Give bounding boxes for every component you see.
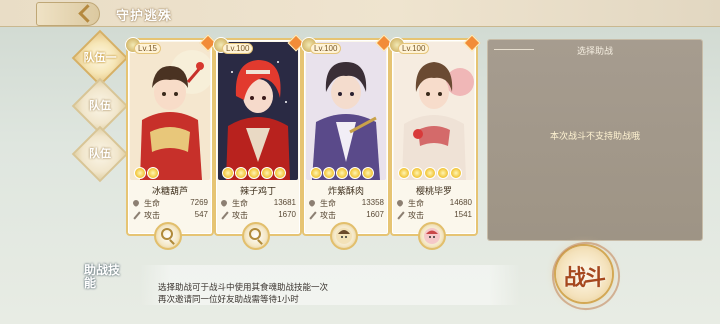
star-icon — [336, 167, 348, 179]
page-title: 守护逃殊 — [116, 8, 173, 23]
atk-value: 1541 — [454, 210, 472, 219]
star-icon — [437, 167, 449, 179]
atk-label: 攻击 — [408, 211, 424, 220]
fight-button[interactable]: 战斗 — [545, 235, 627, 317]
atk-stat: 攻击 1607 — [308, 210, 384, 222]
hp-label: 生命 — [232, 199, 248, 208]
star-rating — [398, 166, 463, 179]
team-tab-1-label: 队伍一 — [83, 52, 117, 64]
atk-stat: 攻击 1670 — [220, 210, 296, 222]
hp-label: 生命 — [320, 199, 336, 208]
star-icon — [248, 167, 260, 179]
heart-icon — [131, 198, 141, 208]
character-portrait — [306, 42, 386, 180]
atk-label: 攻击 — [232, 211, 248, 220]
star-icon — [398, 167, 410, 179]
assist-skill-label: 助战技能 — [84, 263, 121, 290]
hp-label: 生命 — [408, 199, 424, 208]
atk-value: 547 — [194, 210, 208, 219]
star-icon — [424, 167, 436, 179]
level-label: Lv.100 — [398, 43, 430, 54]
hp-label: 生命 — [144, 199, 160, 208]
star-icon — [235, 167, 247, 179]
star-rating — [222, 166, 287, 179]
assist-info-line-2: 再次邀请同一位好友助战需等待1小时 — [158, 294, 299, 304]
hp-value: 14680 — [449, 198, 472, 207]
assist-title: 选择助战 — [576, 46, 613, 56]
star-icon — [274, 167, 286, 179]
hp-value: 7269 — [190, 198, 208, 207]
character-card-4[interactable]: Lv.100 樱桃毕罗 生命 14680 攻击 1541 — [389, 34, 481, 236]
top-bar: 守护逃殊 — [0, 0, 720, 27]
character-card-1[interactable]: Lv.15 冰糖葫芦 生命 7269 攻击 547 — [125, 34, 217, 236]
star-icon — [134, 167, 146, 179]
team-tab-3-label: 队伍 — [89, 148, 111, 160]
star-rating — [310, 166, 375, 179]
fight-button-label: 战斗 — [563, 265, 606, 290]
assist-unavailable-message: 本次战斗不支持助战哦 — [549, 131, 640, 141]
star-icon — [450, 167, 462, 179]
back-arrow-icon — [78, 4, 97, 23]
back-button[interactable] — [36, 2, 100, 26]
star-icon — [261, 167, 273, 179]
heart-icon — [219, 198, 229, 208]
atk-stat: 攻击 547 — [132, 210, 208, 222]
assist-select-panel[interactable]: 选择助战 本次战斗不支持助战哦 — [488, 40, 702, 240]
character-card-2[interactable]: Lv.100 辣子鸡丁 生命 13681 攻击 1670 — [213, 34, 305, 236]
magnifier-icon — [161, 228, 173, 240]
team-tab-3[interactable]: 队伍 — [71, 125, 129, 183]
heart-icon — [395, 198, 405, 208]
character-portrait — [130, 42, 210, 180]
character-portrait — [218, 42, 298, 180]
character-card-3[interactable]: Lv.100 炸紫酥肉 生命 13358 攻击 1607 — [301, 34, 393, 236]
character-name: 炸紫酥肉 — [327, 186, 364, 196]
skill-button-1[interactable] — [154, 222, 182, 250]
level-label: Lv.100 — [310, 43, 342, 54]
star-icon — [411, 167, 423, 179]
character-portrait — [394, 42, 474, 180]
assist-info-line-1: 选择助战可于战斗中使用其食魂助战技能一次 — [158, 282, 329, 292]
sword-icon — [309, 211, 317, 220]
star-icon — [147, 167, 159, 179]
hp-stat: 生命 13681 — [219, 198, 296, 210]
star-icon — [349, 167, 361, 179]
heart-icon — [307, 198, 317, 208]
atk-stat: 攻击 1541 — [396, 210, 472, 222]
character-name: 樱桃毕罗 — [415, 186, 452, 196]
star-icon — [310, 167, 322, 179]
character-name: 冰糖葫芦 — [151, 186, 188, 196]
hp-stat: 生命 7269 — [131, 198, 208, 210]
atk-value: 1607 — [366, 210, 384, 219]
companion-portrait-icon — [424, 228, 440, 244]
level-label: Lv.100 — [222, 43, 254, 54]
atk-value: 1670 — [278, 210, 296, 219]
team-tab-2-label: 队伍 — [89, 100, 111, 112]
hp-stat: 生命 14680 — [395, 198, 472, 210]
hp-value: 13681 — [273, 198, 296, 207]
atk-label: 攻击 — [144, 211, 160, 220]
sword-icon — [221, 211, 229, 220]
hp-value: 13358 — [361, 198, 384, 207]
companion-portrait-icon — [336, 228, 352, 244]
star-icon — [222, 167, 234, 179]
sword-icon — [397, 211, 405, 220]
star-icon — [362, 167, 374, 179]
character-name: 辣子鸡丁 — [239, 186, 276, 196]
star-rating — [134, 166, 160, 179]
skill-button-4[interactable] — [418, 222, 446, 250]
atk-label: 攻击 — [320, 211, 336, 220]
hp-stat: 生命 13358 — [307, 198, 384, 210]
skill-button-2[interactable] — [242, 222, 270, 250]
level-label: Lv.15 — [134, 43, 161, 54]
star-icon — [323, 167, 335, 179]
skill-button-3[interactable] — [330, 222, 358, 250]
magnifier-icon — [249, 228, 261, 240]
sword-icon — [133, 211, 141, 220]
